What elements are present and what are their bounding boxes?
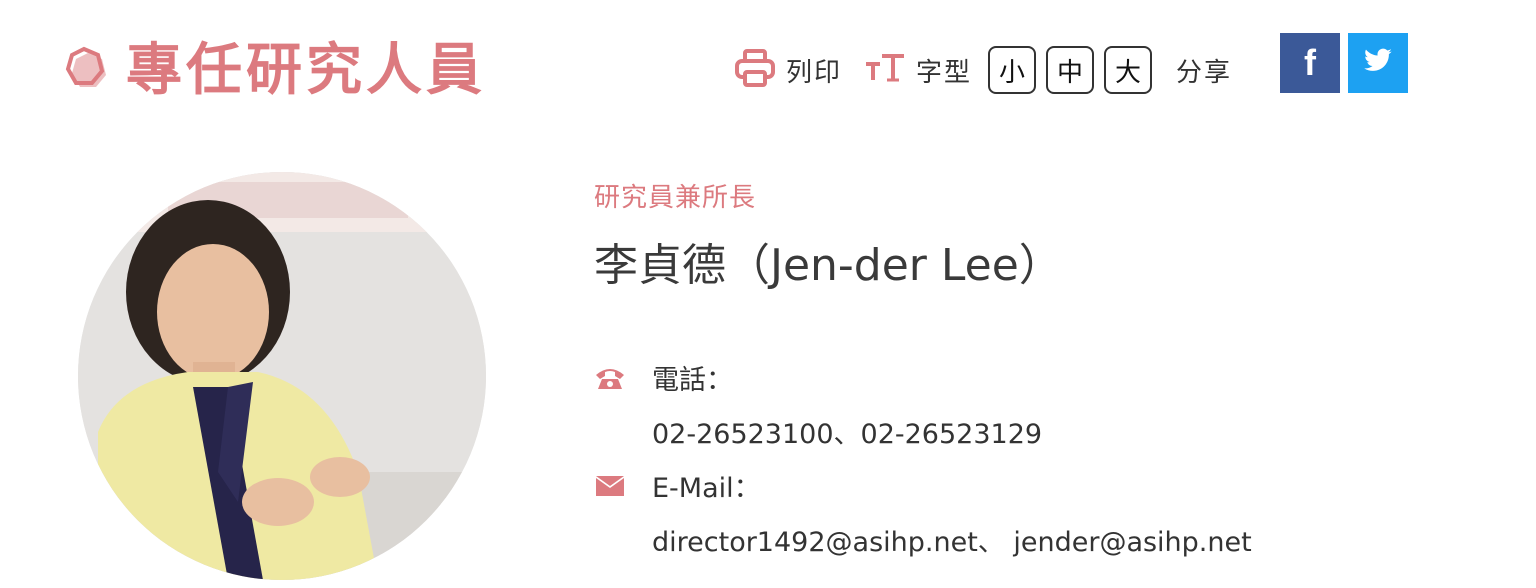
- facebook-icon: f: [1304, 42, 1316, 83]
- phone-label: 電話：: [652, 365, 733, 396]
- print-button[interactable]: 列印: [734, 48, 842, 92]
- person-name: 李貞德（Jen-der Lee）: [594, 240, 1063, 291]
- facebook-share-button[interactable]: f: [1280, 33, 1340, 93]
- hexagon-logo-icon: [62, 41, 116, 101]
- phone-value: 02-26523100、02-26523129: [652, 419, 1043, 450]
- share-label: 分享: [1176, 57, 1233, 88]
- font-size-large-button[interactable]: 大: [1104, 46, 1153, 94]
- profile-photo: [78, 172, 486, 580]
- font-size-medium-button[interactable]: 中: [1046, 46, 1095, 94]
- mail-icon: [594, 471, 630, 501]
- email-label: E-Mail：: [652, 473, 761, 504]
- twitter-icon: [1363, 48, 1393, 78]
- title-group: 專任研究人員: [62, 36, 486, 106]
- printer-icon: [734, 48, 776, 92]
- phone-icon: [594, 363, 630, 393]
- page-header: 專任研究人員 列印 字型 小 中 大 分享 f: [0, 0, 1536, 120]
- font-size-small-button[interactable]: 小: [988, 46, 1037, 94]
- email-value[interactable]: director1492@asihp.net、 jender@asihp.net: [652, 520, 1252, 559]
- font-size-control: 字型 小 中 大: [864, 46, 1162, 94]
- email-row: E-Mail：: [594, 466, 761, 505]
- font-label: 字型: [916, 57, 973, 88]
- twitter-share-button[interactable]: [1348, 33, 1408, 93]
- font-size-icon: [864, 50, 906, 90]
- toolbar: 列印 字型 小 中 大 分享: [734, 44, 1256, 96]
- profile-info: 研究員兼所長 李貞德（Jen-der Lee） 電話： 02-26523100、…: [594, 178, 1252, 558]
- print-label: 列印: [786, 57, 843, 88]
- phone-row: 電話：: [594, 358, 733, 397]
- page-title: 專任研究人員: [126, 38, 486, 103]
- job-title: 研究員兼所長: [594, 183, 757, 213]
